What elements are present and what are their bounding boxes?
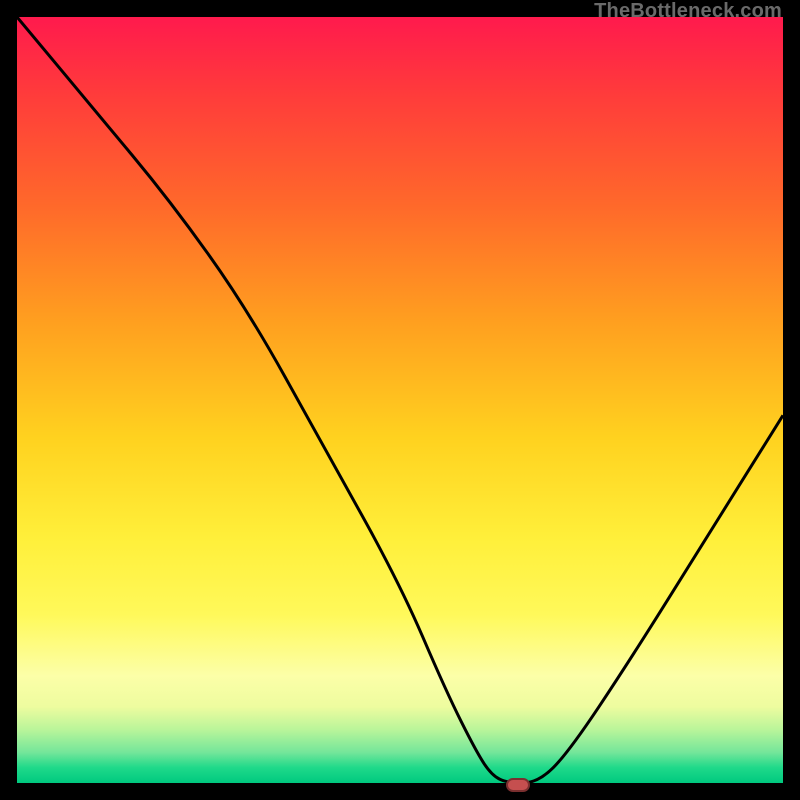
optimum-marker — [506, 778, 530, 792]
chart-frame: TheBottleneck.com — [0, 0, 800, 800]
plot-area — [15, 15, 785, 785]
bottleneck-curve-path — [17, 17, 783, 783]
curve-svg — [17, 17, 783, 783]
watermark-text: TheBottleneck.com — [594, 0, 782, 23]
